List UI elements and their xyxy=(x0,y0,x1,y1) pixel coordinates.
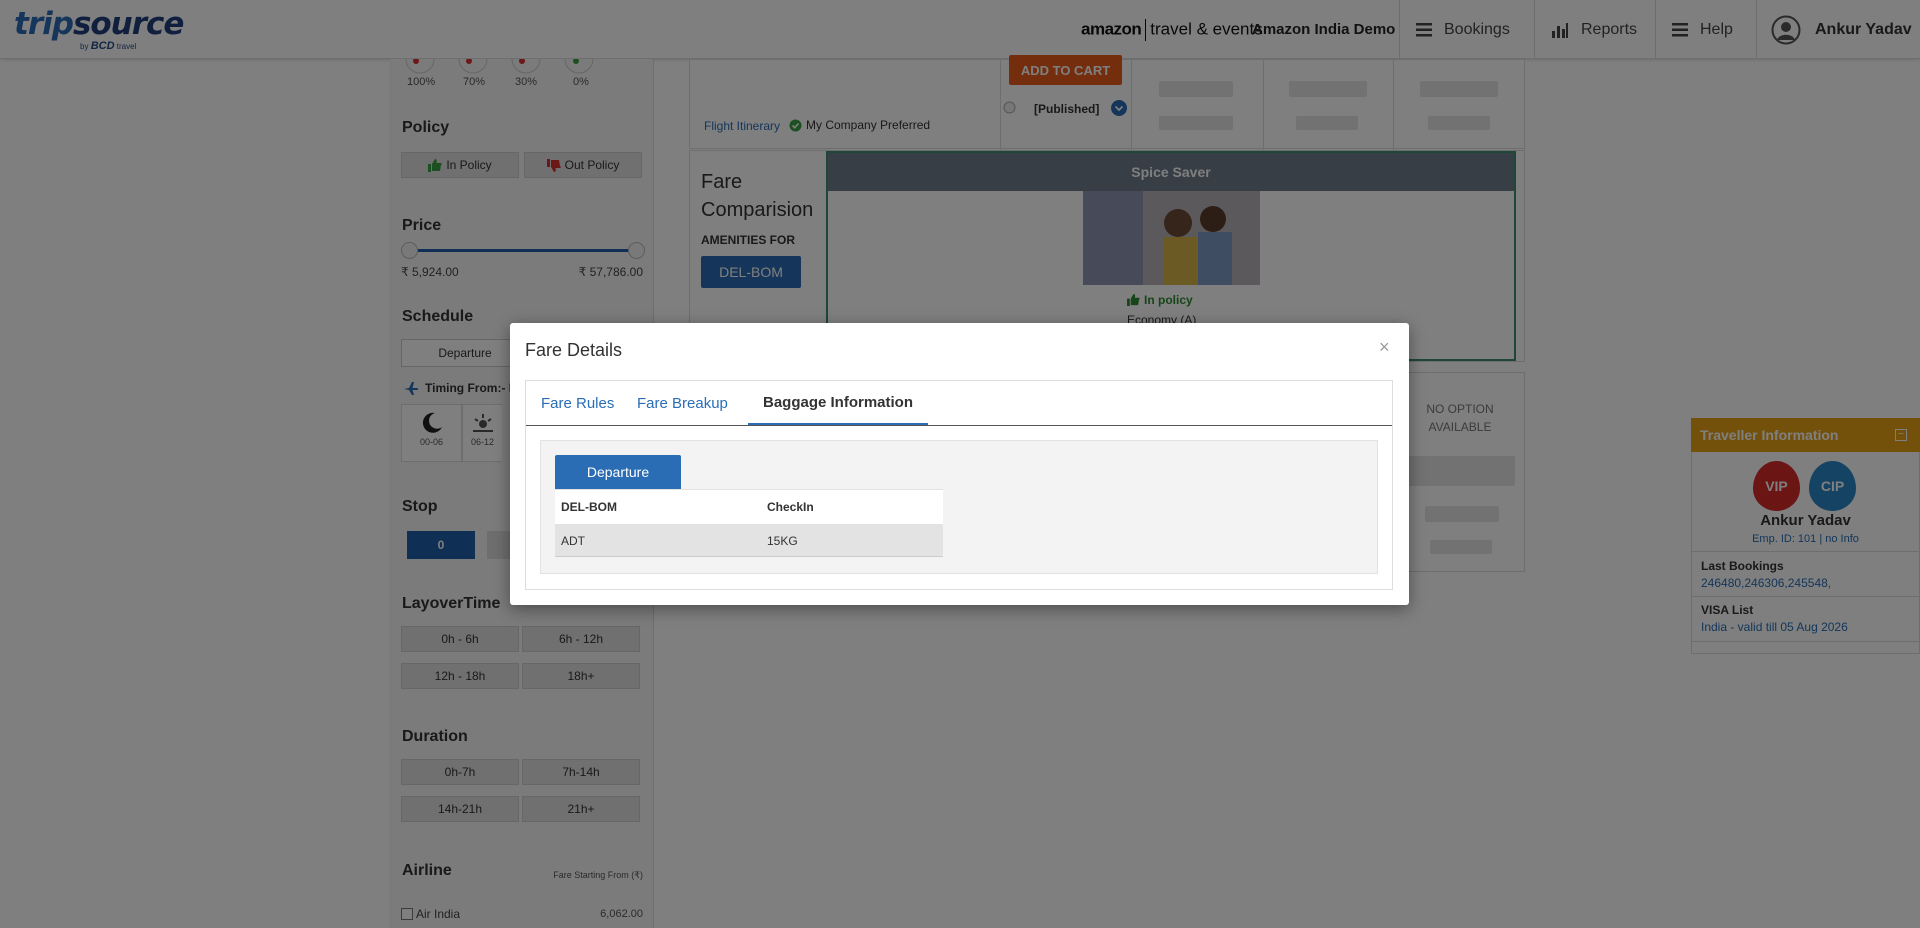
passenger-type-cell: ADT xyxy=(555,524,761,557)
departure-tab[interactable]: Departure xyxy=(555,455,681,489)
tab-fare-breakup[interactable]: Fare Breakup xyxy=(622,381,743,425)
tab-fare-rules[interactable]: Fare Rules xyxy=(526,381,629,425)
tab-baggage-information[interactable]: Baggage Information xyxy=(748,381,929,426)
table-header-row: DEL-BOM CheckIn xyxy=(555,489,943,525)
fare-details-modal: Fare Details × Fare Rules Fare Breakup B… xyxy=(510,323,1409,605)
modal-title: Fare Details xyxy=(525,340,623,360)
baggage-panel: Departure DEL-BOM CheckIn ADT 15KG xyxy=(540,440,1378,574)
tab-container: Fare Rules Fare Breakup Baggage Informat… xyxy=(525,380,1393,590)
column-header-checkin: CheckIn xyxy=(761,489,943,525)
column-header-route: DEL-BOM xyxy=(555,489,761,525)
baggage-table: DEL-BOM CheckIn ADT 15KG xyxy=(555,489,943,557)
checkin-baggage-cell: 15KG xyxy=(761,524,943,557)
close-icon[interactable]: × xyxy=(1379,337,1390,358)
table-row: ADT 15KG xyxy=(555,524,943,557)
